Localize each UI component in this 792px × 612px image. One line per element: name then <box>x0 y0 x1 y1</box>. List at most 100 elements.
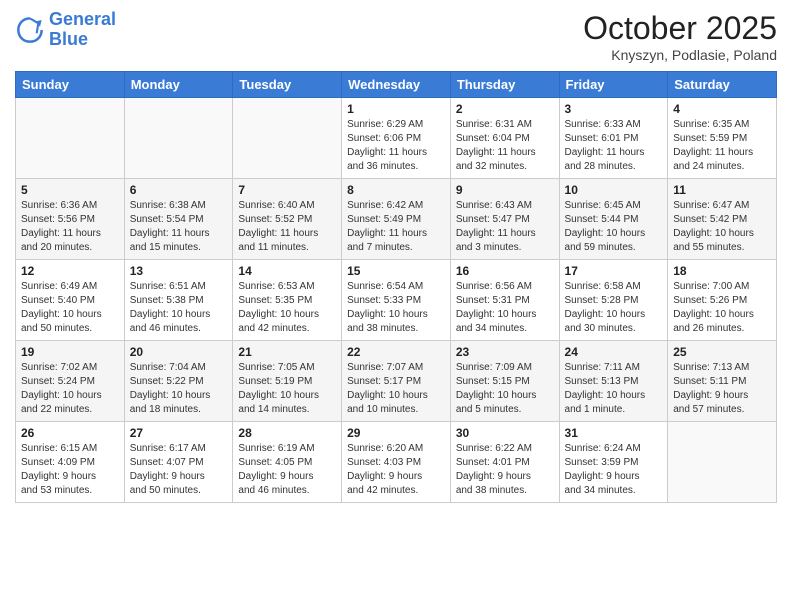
day-number-26: 26 <box>21 426 119 440</box>
day-number-20: 20 <box>130 345 228 359</box>
day-info-1: Sunrise: 6:29 AM Sunset: 6:06 PM Dayligh… <box>347 118 445 174</box>
calendar-table: Sunday Monday Tuesday Wednesday Thursday… <box>15 71 777 503</box>
day-info-12: Sunrise: 6:49 AM Sunset: 5:40 PM Dayligh… <box>21 280 119 336</box>
day-info-29: Sunrise: 6:20 AM Sunset: 4:03 PM Dayligh… <box>347 442 445 498</box>
cell-w1-d2 <box>124 98 233 179</box>
day-info-5: Sunrise: 6:36 AM Sunset: 5:56 PM Dayligh… <box>21 199 119 255</box>
day-number-1: 1 <box>347 102 445 116</box>
logo: General Blue <box>15 10 116 50</box>
day-number-4: 4 <box>673 102 771 116</box>
cell-w2-d4: 8 Sunrise: 6:42 AM Sunset: 5:49 PM Daylig… <box>342 179 451 260</box>
cell-w4-d7: 25Sunrise: 7:13 AM Sunset: 5:11 PM Dayli… <box>668 341 777 422</box>
day-number-17: 17 <box>565 264 663 278</box>
day-number-3: 3 <box>565 102 663 116</box>
cell-w2-d2: 6 Sunrise: 6:38 AM Sunset: 5:54 PM Daylig… <box>124 179 233 260</box>
col-thursday: Thursday <box>450 72 559 98</box>
week-row-5: 26 Sunrise: 6:15 AM Sunset: 4:09 PM Dayli… <box>16 422 777 503</box>
col-tuesday: Tuesday <box>233 72 342 98</box>
day-number-5: 5 <box>21 183 119 197</box>
cell-w4-d6: 24Sunrise: 7:11 AM Sunset: 5:13 PM Dayli… <box>559 341 668 422</box>
cell-w1-d3 <box>233 98 342 179</box>
location: Knyszyn, Podlasie, Poland <box>583 47 777 63</box>
day-number-10: 10 <box>565 183 663 197</box>
day-number-14: 14 <box>238 264 336 278</box>
day-info-4: Sunrise: 6:35 AM Sunset: 5:59 PM Dayligh… <box>673 118 771 174</box>
cell-w5-d1: 26 Sunrise: 6:15 AM Sunset: 4:09 PM Dayli… <box>16 422 125 503</box>
day-number-7: 7 <box>238 183 336 197</box>
day-info-24: Sunrise: 7:11 AM Sunset: 5:13 PM Dayligh… <box>565 361 663 417</box>
cell-w3-d4: 15 Sunrise: 6:54 AM Sunset: 5:33 PM Dayli… <box>342 260 451 341</box>
day-info-21: Sunrise: 7:05 AM Sunset: 5:19 PM Dayligh… <box>238 361 336 417</box>
cell-w2-d1: 5 Sunrise: 6:36 AM Sunset: 5:56 PM Daylig… <box>16 179 125 260</box>
day-info-26: Sunrise: 6:15 AM Sunset: 4:09 PM Dayligh… <box>21 442 119 498</box>
week-row-2: 5 Sunrise: 6:36 AM Sunset: 5:56 PM Daylig… <box>16 179 777 260</box>
cell-w3-d2: 13Sunrise: 6:51 AM Sunset: 5:38 PM Dayli… <box>124 260 233 341</box>
col-wednesday: Wednesday <box>342 72 451 98</box>
day-info-6: Sunrise: 6:38 AM Sunset: 5:54 PM Dayligh… <box>130 199 228 255</box>
day-info-8: Sunrise: 6:42 AM Sunset: 5:49 PM Dayligh… <box>347 199 445 255</box>
day-info-11: Sunrise: 6:47 AM Sunset: 5:42 PM Dayligh… <box>673 199 771 255</box>
cell-w3-d5: 16Sunrise: 6:56 AM Sunset: 5:31 PM Dayli… <box>450 260 559 341</box>
cell-w1-d1 <box>16 98 125 179</box>
day-number-22: 22 <box>347 345 445 359</box>
day-number-15: 15 <box>347 264 445 278</box>
cell-w3-d6: 17 Sunrise: 6:58 AM Sunset: 5:28 PM Dayli… <box>559 260 668 341</box>
day-info-23: Sunrise: 7:09 AM Sunset: 5:15 PM Dayligh… <box>456 361 554 417</box>
cell-w1-d6: 3 Sunrise: 6:33 AM Sunset: 6:01 PM Daylig… <box>559 98 668 179</box>
col-monday: Monday <box>124 72 233 98</box>
day-info-18: Sunrise: 7:00 AM Sunset: 5:26 PM Dayligh… <box>673 280 771 336</box>
logo-text: General Blue <box>49 10 116 50</box>
cell-w5-d4: 29 Sunrise: 6:20 AM Sunset: 4:03 PM Dayli… <box>342 422 451 503</box>
day-number-19: 19 <box>21 345 119 359</box>
day-info-20: Sunrise: 7:04 AM Sunset: 5:22 PM Dayligh… <box>130 361 228 417</box>
cell-w5-d3: 28 Sunrise: 6:19 AM Sunset: 4:05 PM Dayli… <box>233 422 342 503</box>
cell-w4-d1: 19 Sunrise: 7:02 AM Sunset: 5:24 PM Dayli… <box>16 341 125 422</box>
day-number-6: 6 <box>130 183 228 197</box>
cell-w5-d7 <box>668 422 777 503</box>
day-number-23: 23 <box>456 345 554 359</box>
col-sunday: Sunday <box>16 72 125 98</box>
day-info-17: Sunrise: 6:58 AM Sunset: 5:28 PM Dayligh… <box>565 280 663 336</box>
cell-w3-d7: 18 Sunrise: 7:00 AM Sunset: 5:26 PM Dayli… <box>668 260 777 341</box>
week-row-4: 19 Sunrise: 7:02 AM Sunset: 5:24 PM Dayli… <box>16 341 777 422</box>
day-info-7: Sunrise: 6:40 AM Sunset: 5:52 PM Dayligh… <box>238 199 336 255</box>
page: General Blue October 2025 Knyszyn, Podla… <box>0 0 792 612</box>
day-number-12: 12 <box>21 264 119 278</box>
logo-icon <box>15 15 45 45</box>
day-info-15: Sunrise: 6:54 AM Sunset: 5:33 PM Dayligh… <box>347 280 445 336</box>
day-info-3: Sunrise: 6:33 AM Sunset: 6:01 PM Dayligh… <box>565 118 663 174</box>
cell-w5-d2: 27 Sunrise: 6:17 AM Sunset: 4:07 PM Dayli… <box>124 422 233 503</box>
day-number-30: 30 <box>456 426 554 440</box>
month-title: October 2025 <box>583 10 777 47</box>
day-info-28: Sunrise: 6:19 AM Sunset: 4:05 PM Dayligh… <box>238 442 336 498</box>
day-number-13: 13 <box>130 264 228 278</box>
title-block: October 2025 Knyszyn, Podlasie, Poland <box>583 10 777 63</box>
day-number-27: 27 <box>130 426 228 440</box>
day-number-18: 18 <box>673 264 771 278</box>
cell-w4-d2: 20 Sunrise: 7:04 AM Sunset: 5:22 PM Dayli… <box>124 341 233 422</box>
col-friday: Friday <box>559 72 668 98</box>
cell-w3-d1: 12 Sunrise: 6:49 AM Sunset: 5:40 PM Dayli… <box>16 260 125 341</box>
day-number-2: 2 <box>456 102 554 116</box>
calendar-body: 1 Sunrise: 6:29 AM Sunset: 6:06 PM Daylig… <box>16 98 777 503</box>
day-info-14: Sunrise: 6:53 AM Sunset: 5:35 PM Dayligh… <box>238 280 336 336</box>
day-info-27: Sunrise: 6:17 AM Sunset: 4:07 PM Dayligh… <box>130 442 228 498</box>
col-saturday: Saturday <box>668 72 777 98</box>
week-row-1: 1 Sunrise: 6:29 AM Sunset: 6:06 PM Daylig… <box>16 98 777 179</box>
header: General Blue October 2025 Knyszyn, Podla… <box>15 10 777 63</box>
day-number-29: 29 <box>347 426 445 440</box>
header-row: Sunday Monday Tuesday Wednesday Thursday… <box>16 72 777 98</box>
day-number-8: 8 <box>347 183 445 197</box>
week-row-3: 12 Sunrise: 6:49 AM Sunset: 5:40 PM Dayli… <box>16 260 777 341</box>
day-info-10: Sunrise: 6:45 AM Sunset: 5:44 PM Dayligh… <box>565 199 663 255</box>
day-number-25: 25 <box>673 345 771 359</box>
day-info-19: Sunrise: 7:02 AM Sunset: 5:24 PM Dayligh… <box>21 361 119 417</box>
day-info-30: Sunrise: 6:22 AM Sunset: 4:01 PM Dayligh… <box>456 442 554 498</box>
day-number-9: 9 <box>456 183 554 197</box>
calendar-header: Sunday Monday Tuesday Wednesday Thursday… <box>16 72 777 98</box>
cell-w2-d6: 10 Sunrise: 6:45 AM Sunset: 5:44 PM Dayli… <box>559 179 668 260</box>
day-info-22: Sunrise: 7:07 AM Sunset: 5:17 PM Dayligh… <box>347 361 445 417</box>
day-info-2: Sunrise: 6:31 AM Sunset: 6:04 PM Dayligh… <box>456 118 554 174</box>
day-number-28: 28 <box>238 426 336 440</box>
cell-w2-d3: 7 Sunrise: 6:40 AM Sunset: 5:52 PM Daylig… <box>233 179 342 260</box>
